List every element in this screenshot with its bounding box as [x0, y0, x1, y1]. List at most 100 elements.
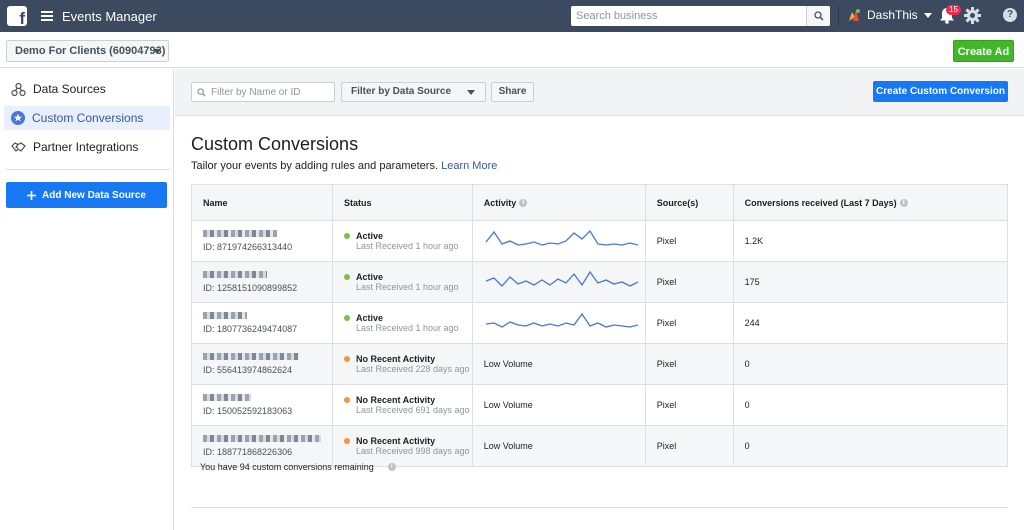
sidebar-item-custom-conversions[interactable]: Custom Conversions	[4, 106, 170, 130]
status-cell: Active Last Received 1 hour ago	[331, 220, 473, 262]
sidebar-divider	[6, 169, 170, 170]
last-received: Last Received 1 hour ago	[355, 240, 459, 251]
status-dot-orange	[343, 396, 350, 403]
name-cell[interactable]: ID: 188771868226306	[191, 425, 333, 467]
sidebar-item-partner-integrations[interactable]: Partner Integrations	[4, 135, 170, 159]
name-cell[interactable]: ID: 150052592183063	[191, 384, 333, 426]
name-cell[interactable]: ID: 1807736249474087	[191, 302, 333, 344]
status-dot-green	[343, 273, 350, 280]
remaining-conversions-note: You have 94 custom conversions remaining…	[200, 462, 396, 472]
activity-sparkline	[485, 229, 638, 246]
status-dot-green	[343, 314, 350, 321]
activity-cell	[471, 302, 646, 344]
handshake-icon	[11, 141, 26, 152]
table-row[interactable]: ID: 1258151090899852 Active Last Received…	[191, 261, 1009, 303]
status-cell: No Recent Activity Last Received 691 days…	[331, 384, 473, 426]
redacted-name	[203, 230, 277, 237]
caret-down-icon	[153, 49, 161, 54]
activity-cell	[471, 261, 646, 303]
facebook-logo-icon[interactable]: f	[7, 6, 27, 27]
topbar-divider	[838, 6, 839, 26]
conversion-id: ID: 188771868226306	[203, 447, 293, 457]
activity-cell: Low Volume	[471, 343, 646, 385]
info-icon[interactable]: i	[899, 199, 908, 208]
redacted-name	[203, 353, 299, 360]
conversions-cell: 0	[732, 343, 1009, 385]
source-cell: Pixel	[644, 343, 734, 385]
status-cell: No Recent Activity Last Received 998 days…	[331, 425, 473, 467]
last-received: Last Received 1 hour ago	[355, 322, 459, 333]
notification-count-badge: 15	[946, 5, 961, 15]
custom-conversions-table: Name Status Activity i Source(s) Conversi…	[191, 184, 1009, 467]
column-header-name[interactable]: Name	[191, 184, 333, 221]
last-received: Last Received 998 days ago	[355, 445, 470, 456]
chevron-down-icon	[923, 12, 932, 18]
gear-icon[interactable]	[964, 7, 981, 24]
conversion-id: ID: 1807736249474087	[203, 324, 298, 334]
caret-down-icon	[467, 90, 475, 95]
column-header-sources[interactable]: Source(s)	[644, 184, 734, 221]
conversion-id: ID: 1258151090899852	[203, 283, 298, 293]
page-subtitle: Tailor your events by adding rules and p…	[191, 160, 497, 172]
status-label: No Recent Activity	[355, 435, 436, 446]
status-cell: Active Last Received 1 hour ago	[331, 261, 473, 303]
name-cell[interactable]: ID: 1258151090899852	[191, 261, 333, 303]
data-sources-icon	[11, 82, 26, 96]
conversion-id: ID: 150052592183063	[203, 406, 293, 416]
add-new-data-source-label: Add New Data Source	[42, 189, 146, 201]
sidebar: Data Sources Custom Conversions Partner …	[0, 69, 174, 530]
search-button[interactable]	[806, 6, 830, 26]
column-header-conversions[interactable]: Conversions received (Last 7 Days) i	[732, 184, 1009, 221]
name-cell[interactable]: ID: 556413974862624	[191, 343, 333, 385]
status-label: Active	[355, 312, 383, 323]
conversions-cell: 244	[732, 302, 1009, 344]
column-header-status[interactable]: Status	[331, 184, 473, 221]
info-icon[interactable]: i	[387, 463, 396, 471]
filter-by-data-source-dropdown[interactable]: Filter by Data Source	[341, 82, 486, 102]
name-cell[interactable]: ID: 871974266313440	[191, 220, 333, 262]
custom-conversions-card: Custom Conversions Tailor your events by…	[175, 115, 1024, 530]
learn-more-link[interactable]: Learn More	[441, 160, 497, 172]
search-input[interactable]	[571, 6, 806, 26]
account-name: DashThis	[867, 8, 918, 22]
status-label: Active	[355, 271, 383, 282]
help-icon[interactable]: ?	[1003, 8, 1017, 22]
app-title: Events Manager	[62, 8, 157, 24]
add-new-data-source-button[interactable]: Add New Data Source	[6, 182, 167, 208]
table-row[interactable]: ID: 188771868226306 No Recent Activity La…	[191, 425, 1009, 467]
activity-sparkline	[485, 312, 638, 328]
account-switcher[interactable]: DashThis	[847, 8, 932, 22]
main-content: Filter by Data Source Share Create Custo…	[175, 69, 1024, 530]
status-dot-orange	[343, 355, 350, 362]
filter-name-field	[191, 82, 335, 102]
column-header-activity[interactable]: Activity i	[471, 184, 646, 221]
conversions-cell: 1.2K	[732, 220, 1009, 262]
filter-by-data-source-label: Filter by Data Source	[351, 86, 452, 97]
hamburger-menu-icon[interactable]	[41, 11, 53, 21]
activity-cell	[471, 220, 646, 262]
search-icon	[197, 87, 206, 97]
sidebar-item-label: Data Sources	[33, 82, 106, 96]
share-button[interactable]: Share	[491, 82, 534, 102]
status-dot-orange	[343, 437, 350, 444]
table-row[interactable]: ID: 871974266313440 Active Last Received …	[191, 220, 1009, 262]
source-cell: Pixel	[644, 302, 734, 344]
plus-icon	[27, 190, 37, 200]
info-icon[interactable]: i	[519, 199, 528, 208]
create-custom-conversion-button[interactable]: Create Custom Conversion	[873, 81, 1008, 102]
redacted-name	[203, 394, 251, 401]
search-icon	[813, 11, 824, 21]
status-label: No Recent Activity	[355, 394, 436, 405]
table-row[interactable]: ID: 556413974862624 No Recent Activity La…	[191, 343, 1009, 385]
sidebar-item-data-sources[interactable]: Data Sources	[4, 77, 170, 101]
table-row[interactable]: ID: 150052592183063 No Recent Activity La…	[191, 384, 1009, 426]
account-bar: Demo For Clients (60904793) Create Ad	[0, 32, 1024, 68]
conversions-cell: 0	[732, 425, 1009, 467]
ad-account-selector[interactable]: Demo For Clients (60904793)	[6, 40, 169, 62]
filter-name-input[interactable]	[211, 86, 326, 98]
table-row[interactable]: ID: 1807736249474087 Active Last Received…	[191, 302, 1009, 344]
last-received: Last Received 691 days ago	[355, 404, 470, 415]
sidebar-item-label: Partner Integrations	[33, 140, 139, 154]
dashthis-logo-icon	[849, 9, 860, 21]
create-ad-button[interactable]: Create Ad	[953, 40, 1014, 62]
